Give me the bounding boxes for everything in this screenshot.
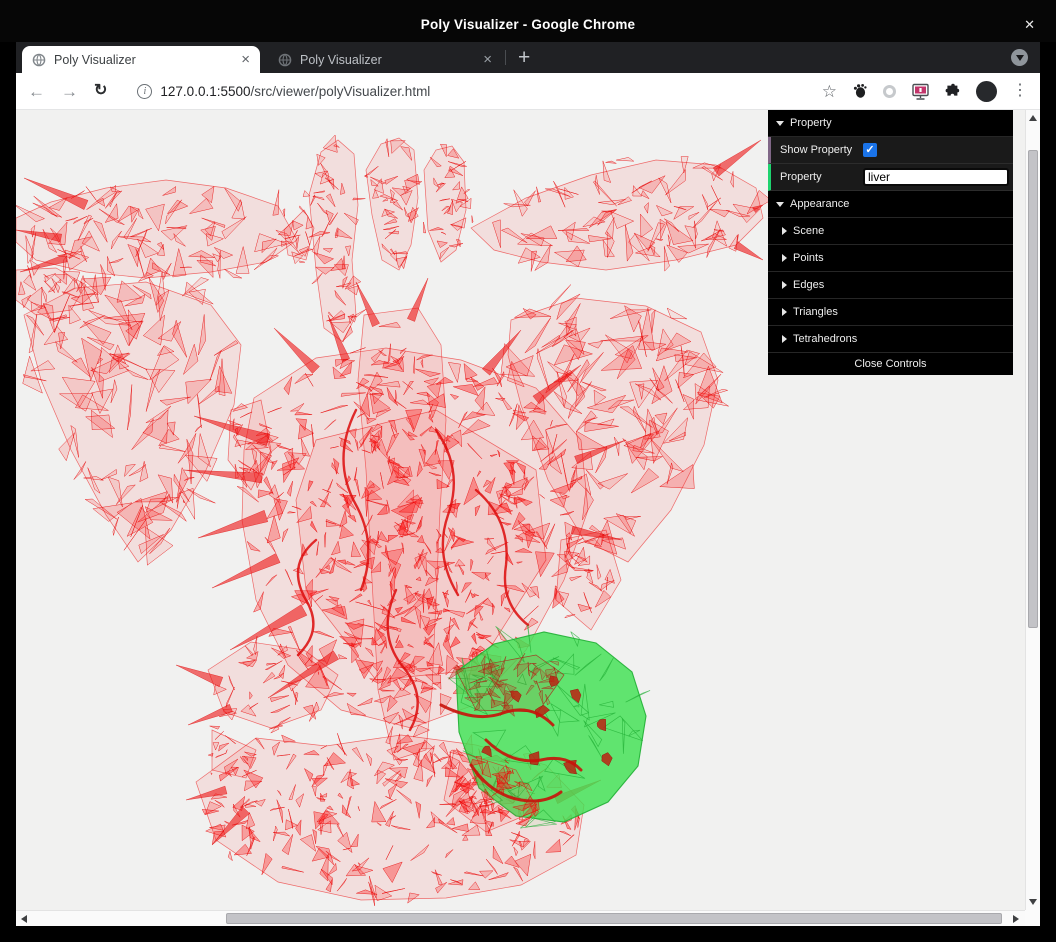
tab-poly-visualizer-inactive[interactable]: Poly Visualizer × [268, 46, 502, 73]
folder-points[interactable]: Points [768, 245, 1013, 272]
tab-poly-visualizer-active[interactable]: Poly Visualizer × [22, 46, 260, 73]
folder-scene[interactable]: Scene [768, 218, 1013, 245]
folder-triangles[interactable]: Triangles [768, 299, 1013, 326]
row-property: Property [768, 164, 1013, 191]
chevron-right-icon [782, 308, 787, 316]
dat-gui-panel: Property Show Property Property Appearan… [768, 110, 1013, 375]
scroll-left-arrow[interactable] [21, 915, 27, 923]
folder-label: Scene [793, 225, 825, 237]
control-label: Property [780, 171, 822, 183]
back-button[interactable]: ← [28, 83, 45, 100]
folder-label: Edges [793, 279, 825, 291]
window-close-button[interactable]: ✕ [1024, 17, 1035, 33]
window-title: Poly Visualizer - Google Chrome [420, 17, 636, 32]
vertical-scrollbar[interactable] [1025, 110, 1040, 910]
vertical-scroll-thumb[interactable] [1028, 150, 1038, 628]
control-label: Show Property [780, 144, 853, 156]
folder-appearance[interactable]: Appearance [768, 191, 1013, 218]
profile-avatar[interactable] [976, 80, 997, 102]
browser-window: Poly Visualizer × Poly Visualizer × + ← … [16, 42, 1040, 926]
window-titlebar: Poly Visualizer - Google Chrome ✕ [0, 0, 1056, 42]
tab-label: Poly Visualizer [54, 52, 136, 67]
tab-strip: Poly Visualizer × Poly Visualizer × + [16, 42, 1040, 73]
folder-tetrahedrons[interactable]: Tetrahedrons [768, 326, 1013, 353]
folder-label: Triangles [793, 306, 838, 318]
site-info-icon[interactable]: i [137, 83, 153, 99]
page-content: Property Show Property Property Appearan… [16, 110, 1040, 926]
chevron-right-icon [782, 254, 787, 262]
tab-close-button[interactable]: × [481, 51, 494, 68]
horizontal-scrollbar[interactable] [16, 910, 1025, 926]
tab-divider [505, 50, 506, 65]
bookmark-star-icon[interactable]: ☆ [822, 83, 837, 100]
ring-extension-icon[interactable] [883, 84, 896, 98]
chevron-right-icon [782, 281, 787, 289]
scroll-down-arrow[interactable] [1029, 899, 1037, 905]
folder-edges[interactable]: Edges [768, 272, 1013, 299]
address-bar[interactable]: 127.0.0.1:5500/src/viewer/polyVisualizer… [160, 84, 430, 99]
folder-label: Appearance [790, 198, 850, 210]
chevron-down-icon [776, 201, 784, 207]
forward-button[interactable]: → [61, 83, 78, 100]
tab-chevron-button[interactable] [1011, 49, 1028, 66]
folder-label: Tetrahedrons [793, 333, 858, 345]
browser-toolbar: ← → ↻ i 127.0.0.1:5500/src/viewer/polyVi… [16, 73, 1040, 110]
chevron-right-icon [782, 335, 787, 343]
screen-share-extension-icon[interactable] [911, 83, 930, 100]
url-host: 127.0.0.1:5500 [160, 83, 251, 99]
folder-label: Property [790, 117, 832, 129]
scrollbar-corner [1025, 910, 1040, 926]
scroll-right-arrow[interactable] [1013, 915, 1019, 923]
tab-label: Poly Visualizer [300, 52, 382, 67]
folder-label: Points [793, 252, 824, 264]
row-show-property: Show Property [768, 137, 1013, 164]
reload-button[interactable]: ↻ [94, 83, 107, 99]
new-tab-button[interactable]: + [518, 47, 530, 68]
tab-close-button[interactable]: × [239, 51, 252, 68]
chrome-window: Poly Visualizer - Google Chrome ✕ Poly V… [0, 0, 1056, 942]
globe-favicon-icon [278, 53, 292, 66]
chevron-down-icon [1015, 55, 1024, 61]
globe-favicon-icon [32, 53, 46, 66]
url-path: /src/viewer/polyVisualizer.html [250, 83, 431, 99]
horizontal-scroll-thumb[interactable] [226, 913, 1002, 924]
toolbar-actions: ☆ ⋮ [822, 80, 1028, 102]
extensions-puzzle-icon[interactable] [945, 83, 961, 99]
property-input[interactable] [863, 168, 1009, 186]
folder-property[interactable]: Property [768, 110, 1013, 137]
menu-button[interactable]: ⋮ [1012, 83, 1028, 99]
show-property-checkbox[interactable] [863, 143, 877, 157]
close-controls-button[interactable]: Close Controls [768, 353, 1013, 375]
gnome-foot-extension-icon[interactable] [852, 83, 868, 99]
chevron-down-icon [776, 120, 784, 126]
chevron-right-icon [782, 227, 787, 235]
scroll-up-arrow[interactable] [1029, 115, 1037, 121]
